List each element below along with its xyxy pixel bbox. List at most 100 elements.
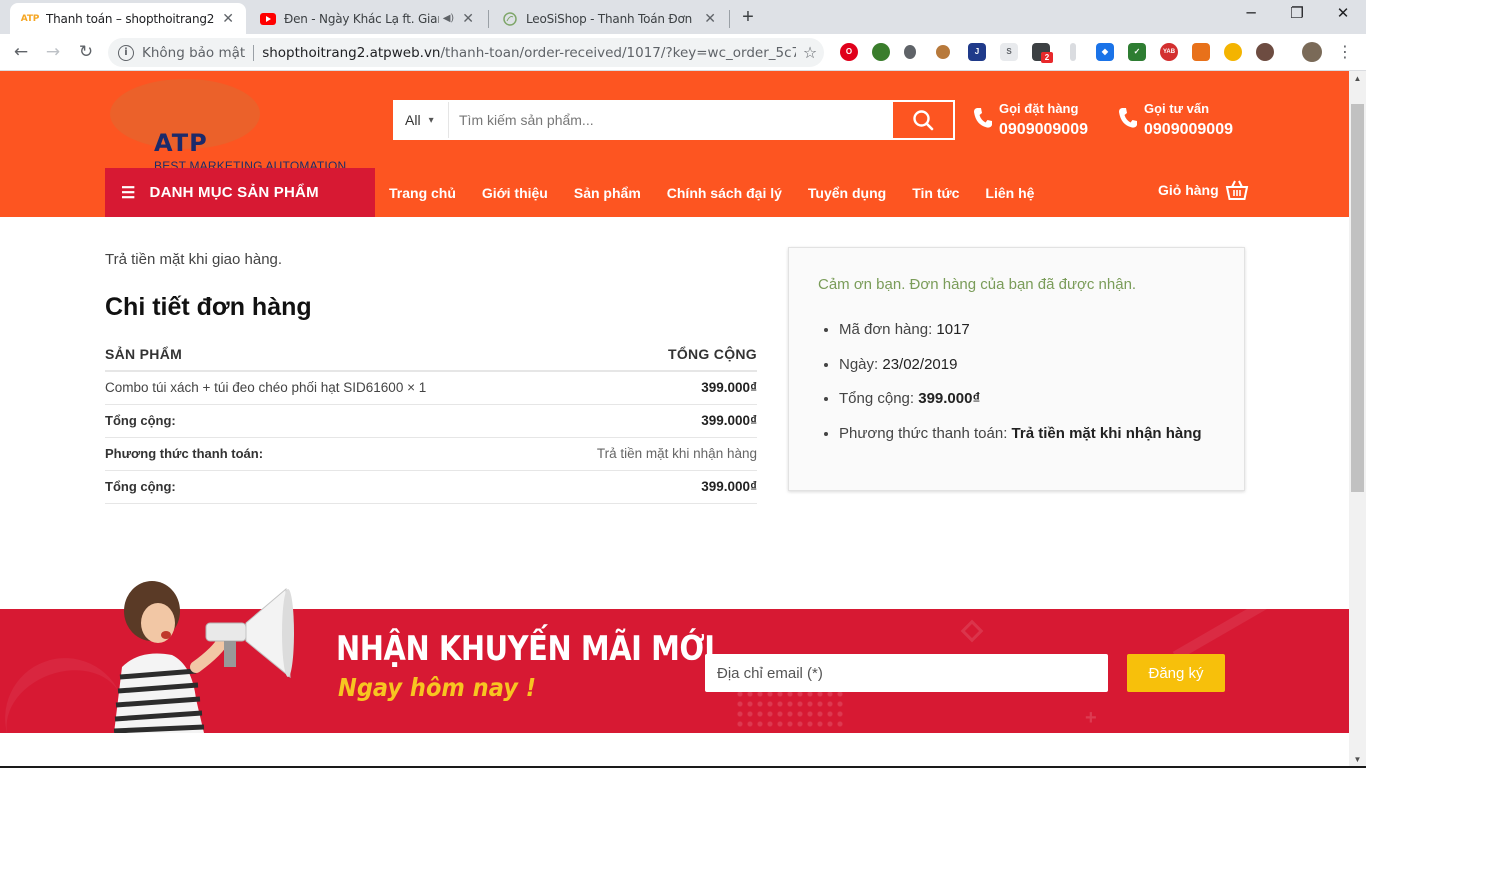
table-header-row: SẢN PHẨM TỔNG CỘNG [105, 337, 757, 372]
drop-extension-icon[interactable]: ◆ [1096, 43, 1114, 61]
info-icon[interactable]: i [118, 44, 134, 61]
main-nav: Trang chủ Giới thiệu Sản phẩm Chính sách… [376, 168, 1047, 217]
url-path: /thanh-toan/order-received/1017/?key=wc_… [440, 44, 797, 61]
col-total-header: TỔNG CỘNG [540, 337, 757, 372]
checkmark-extension-icon[interactable]: ✓ [1128, 43, 1146, 61]
decor-diamond [960, 619, 984, 643]
browser-toolbar: ← → ↻ i Không bảo mật shopthoitrang2.atp… [0, 34, 1366, 71]
table-row: Phương thức thanh toán: Trả tiền mặt khi… [105, 437, 757, 471]
speaker-icon[interactable]: ◀) [443, 13, 454, 24]
security-label: Không bảo mật [142, 44, 246, 61]
search-input[interactable] [449, 102, 893, 138]
nav-item-gioi-thieu[interactable]: Giới thiệu [482, 185, 548, 201]
close-window-button[interactable]: ✕ [1320, 4, 1366, 26]
order-total-item: Tổng cộng: 399.000₫ [839, 387, 1202, 422]
search-category-value: All [405, 112, 421, 128]
tab-thanh-toan[interactable]: ATP Thanh toán – shopthoitrang2 ✕ [10, 3, 246, 34]
opera-extension-icon[interactable]: O [840, 43, 858, 61]
order-total-label: Tổng cộng: [839, 390, 915, 407]
product-quantity: × 1 [407, 380, 427, 396]
page-scrollbar[interactable]: ▲ ▼ [1349, 71, 1366, 766]
order-total-value: 399.000₫ [918, 390, 981, 407]
table-row: Tổng cộng: 399.000₫ [105, 404, 757, 438]
globe-extension-icon[interactable] [872, 43, 890, 61]
lightbulb-extension-icon[interactable] [904, 45, 916, 59]
close-icon[interactable]: ✕ [460, 11, 476, 27]
s-extension-icon[interactable]: S [1000, 43, 1018, 61]
table-row: Tổng cộng: 399.000₫ [105, 470, 757, 504]
product-link[interactable]: Combo túi xách + túi đeo chéo phối hạt S… [105, 380, 403, 395]
browser-window: ATP Thanh toán – shopthoitrang2 ✕ Đen - … [0, 0, 1366, 768]
address-bar[interactable]: i Không bảo mật shopthoitrang2.atpweb.vn… [108, 38, 824, 67]
table-row: Combo túi xách + túi đeo chéo phối hạt S… [105, 371, 757, 405]
close-icon[interactable]: ✕ [702, 11, 718, 27]
order-overview-list: Mã đơn hàng: 1017 Ngày: 23/02/2019 Tổng … [839, 318, 1202, 456]
download-extension-icon[interactable] [1070, 43, 1076, 61]
avatar[interactable] [1302, 42, 1322, 62]
cookie-extension-icon[interactable] [936, 45, 950, 59]
search-category-select[interactable]: All ▾ [395, 102, 449, 138]
newsletter-email-input[interactable] [705, 654, 1108, 692]
scroll-down-arrow[interactable]: ▼ [1349, 752, 1366, 766]
page-viewport: ATP BEST MARKETING AUTOMATION All ▾ Gọ [0, 71, 1349, 766]
logo-text: ATP [154, 129, 208, 157]
menu-icon[interactable]: ⋮ [1333, 41, 1357, 65]
order-details-table: SẢN PHẨM TỔNG CỘNG Combo túi xách + túi … [105, 337, 757, 504]
newsletter-subscribe-button[interactable]: Đăng ký [1127, 654, 1225, 692]
face-extension-icon[interactable] [1256, 43, 1274, 61]
restore-button[interactable]: ❐ [1274, 4, 1320, 26]
nav-item-tuyen-dung[interactable]: Tuyển dụng [808, 185, 886, 201]
tab-leosishop[interactable]: LeoSiShop - Thanh Toán Đơn Hàn ✕ [490, 3, 728, 34]
phone-icon [1118, 107, 1140, 135]
nav-item-san-pham[interactable]: Sản phẩm [574, 185, 641, 201]
category-menu-label: DANH MỤC SẢN PHẨM [149, 184, 319, 201]
nav-item-lien-he[interactable]: Liên hệ [985, 185, 1034, 201]
scrollbar-thumb[interactable] [1351, 104, 1364, 492]
cart-label: Giỏ hàng [1158, 182, 1219, 198]
thank-you-message: Cảm ơn bạn. Đơn hàng của bạn đã được nhậ… [818, 276, 1137, 293]
order-number-value: 1017 [936, 321, 970, 338]
forward-button[interactable]: → [41, 41, 65, 65]
badge-extension-icon[interactable]: 2 [1032, 43, 1053, 63]
site-logo[interactable]: ATP BEST MARKETING AUTOMATION [108, 77, 358, 173]
subtotal-label: Tổng cộng: [105, 404, 541, 438]
cart-link[interactable]: Giỏ hàng [1158, 179, 1249, 201]
yab-extension-icon[interactable]: YAB [1160, 43, 1178, 61]
fox-extension-icon[interactable] [1192, 43, 1210, 61]
url-text[interactable]: shopthoitrang2.atpweb.vn/thanh-toan/orde… [262, 45, 796, 61]
scroll-up-arrow[interactable]: ▲ [1349, 71, 1366, 87]
category-menu-button[interactable]: ☰ DANH MỤC SẢN PHẨM [105, 168, 375, 217]
people-extension-icon[interactable] [1224, 43, 1242, 61]
tab-title: Thanh toán – shopthoitrang2 [46, 11, 214, 26]
order-date-value: 23/02/2019 [882, 355, 958, 373]
close-icon[interactable]: ✕ [220, 11, 236, 27]
back-button[interactable]: ← [9, 41, 33, 65]
search-form: All ▾ [393, 100, 955, 140]
tab-title: Đen - Ngày Khác Lạ ft. Giang [284, 11, 439, 26]
chevron-down-icon: ▾ [428, 114, 434, 126]
leaf-icon [502, 11, 518, 27]
search-button[interactable] [893, 102, 953, 138]
order-method-item: Phương thức thanh toán: Trả tiền mặt khi… [839, 422, 1202, 457]
phone-icon [973, 107, 995, 135]
nav-item-tin-tuc[interactable]: Tin tức [912, 185, 959, 201]
nav-item-chinh-sach-dai-ly[interactable]: Chính sách đại lý [667, 185, 782, 201]
j-extension-icon[interactable]: J [968, 43, 986, 61]
hotline-label: Gọi đặt hàng [999, 101, 1079, 116]
decor-plus: + [1085, 707, 1097, 729]
order-date-item: Ngày: 23/02/2019 [839, 353, 1202, 388]
total-value: 399.000₫ [540, 470, 757, 504]
hotline-order[interactable]: Gọi đặt hàng 0909009009 [973, 101, 1088, 139]
payment-method-value: Trả tiền mặt khi nhận hàng [540, 437, 757, 471]
hotline-consult[interactable]: Gọi tư vấn 0909009009 [1118, 101, 1233, 139]
minimize-button[interactable]: ─ [1228, 4, 1274, 26]
nav-item-trang-chu[interactable]: Trang chủ [389, 185, 456, 201]
product-total: 399.000₫ [540, 371, 757, 405]
order-method-label: Phương thức thanh toán: [839, 424, 1008, 442]
bookmark-star-icon[interactable]: ☆ [796, 43, 824, 62]
order-date-label: Ngày: [839, 355, 879, 373]
atp-favicon: ATP [20, 13, 40, 24]
new-tab-button[interactable]: + [737, 6, 759, 28]
reload-button[interactable]: ↻ [74, 41, 98, 65]
tab-youtube[interactable]: Đen - Ngày Khác Lạ ft. Giang ◀) ✕ [248, 3, 486, 34]
